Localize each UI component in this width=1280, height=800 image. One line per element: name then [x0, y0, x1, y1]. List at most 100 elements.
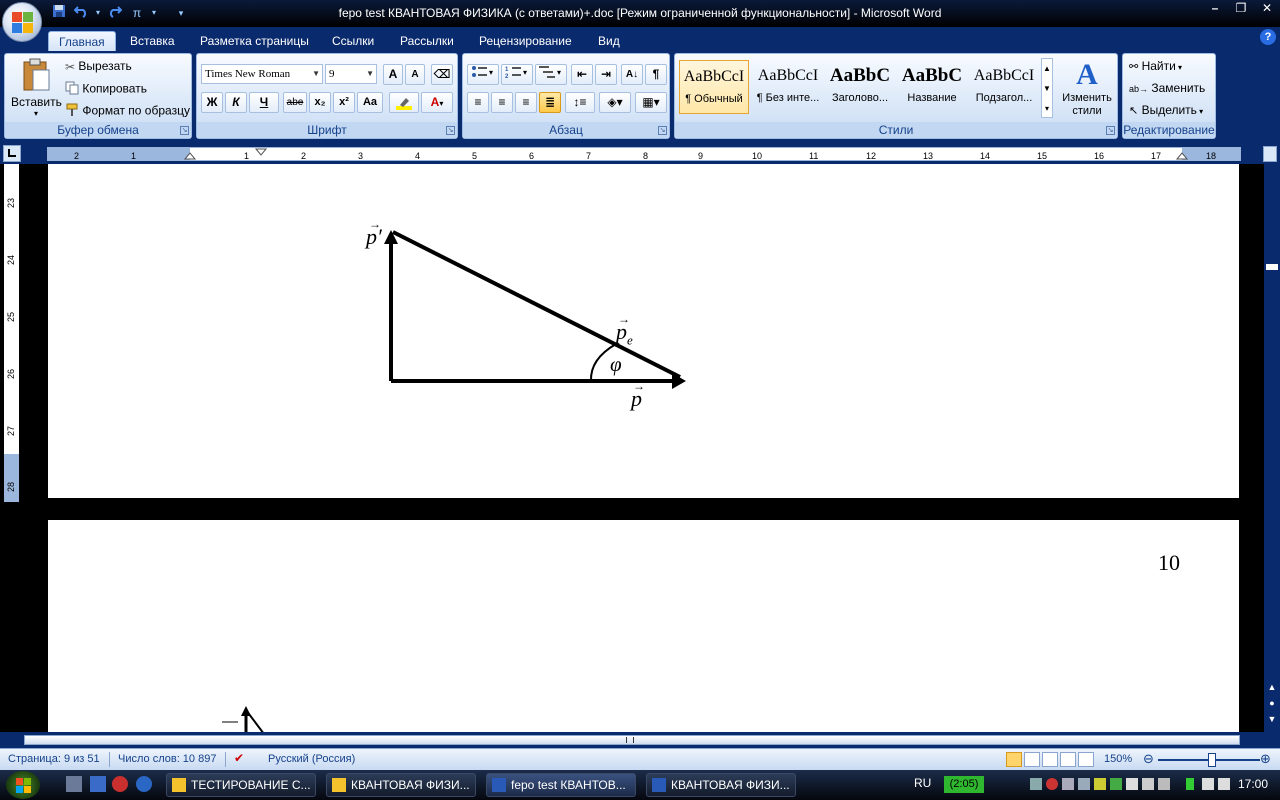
find-button[interactable]: ⚯ Найти ▾ [1129, 59, 1182, 73]
battery-timer-badge[interactable]: (2:05) [944, 776, 984, 793]
tray-icon[interactable] [1030, 778, 1042, 790]
select-button[interactable]: ↖ Выделить ▾ [1129, 103, 1203, 117]
volume-icon[interactable] [1202, 778, 1214, 790]
font-size-dropdown-icon[interactable]: ▼ [366, 65, 374, 83]
browser-icon[interactable] [136, 776, 152, 792]
language-indicator[interactable]: RU [914, 776, 931, 790]
taskbar-window-1[interactable]: ТЕСТИРОВАНИЕ С... [166, 773, 316, 797]
styles-scroll[interactable]: ▲ ▼ ▾ [1041, 58, 1053, 118]
font-size-field[interactable]: 9 ▼ [325, 64, 377, 84]
full-screen-reading-icon[interactable] [1024, 752, 1040, 767]
paragraph-launcher-icon[interactable]: ↘ [658, 126, 667, 135]
vertical-scroll-thumb[interactable] [1266, 264, 1278, 270]
zoom-slider-thumb[interactable] [1208, 753, 1216, 767]
vertical-ruler[interactable]: 23 24 25 26 27 28 [4, 164, 19, 502]
line-spacing-icon[interactable]: ↕≡ [565, 92, 595, 113]
page-count[interactable]: Страница: 9 из 51 [8, 753, 100, 765]
grow-font-button[interactable]: A [383, 64, 403, 85]
align-left-icon[interactable]: ≡ [467, 92, 489, 113]
tab-insert[interactable]: Вставка [130, 31, 175, 51]
align-center-icon[interactable]: ≡ [491, 92, 513, 113]
tray-icon[interactable] [1062, 778, 1074, 790]
style-no-spacing[interactable]: AaBbCcI ¶ Без инте... [753, 60, 823, 114]
font-launcher-icon[interactable]: ↘ [446, 126, 455, 135]
show-desktop-icon[interactable] [66, 776, 82, 792]
style-normal[interactable]: AaBbCcI ¶ Обычный [679, 60, 749, 114]
bold-button[interactable]: Ж [201, 92, 223, 113]
spellcheck-icon[interactable]: ✔ [234, 751, 244, 765]
copy-button[interactable]: Копировать [65, 81, 147, 98]
show-marks-button[interactable]: ¶ [645, 64, 667, 85]
page-10[interactable]: 10 [48, 520, 1239, 732]
zoom-out-icon[interactable]: ⊖ [1143, 751, 1154, 767]
styles-launcher-icon[interactable]: ↘ [1106, 126, 1115, 135]
font-name-dropdown-icon[interactable]: ▼ [312, 65, 320, 83]
style-subtitle[interactable]: AaBbCcI Подзагол... [969, 60, 1039, 114]
tray-icon[interactable] [1158, 778, 1170, 790]
vertical-scrollbar[interactable]: ▲ ● ▼ [1264, 164, 1280, 732]
strikethrough-button[interactable]: abe [283, 92, 307, 113]
zoom-level[interactable]: 150% [1104, 753, 1132, 765]
network-icon[interactable] [1142, 778, 1154, 790]
minimize-button[interactable]: – [1202, 0, 1228, 18]
tray-icon[interactable] [1078, 778, 1090, 790]
replace-button[interactable]: ab→ Заменить [1129, 81, 1205, 95]
paste-dropdown-icon[interactable]: ▾ [11, 109, 61, 118]
scroll-up-icon[interactable]: ▲ [1266, 682, 1278, 694]
superscript-button[interactable]: x² [333, 92, 355, 113]
media-player-icon[interactable] [112, 776, 128, 792]
justify-icon[interactable]: ≣ [539, 92, 561, 113]
multilevel-list-button[interactable]: ▾ [535, 64, 567, 85]
tray-icon[interactable] [1094, 778, 1106, 790]
clipboard-launcher-icon[interactable]: ↘ [180, 126, 189, 135]
left-indent-marker-icon[interactable] [184, 148, 196, 160]
font-color-dropdown-icon[interactable]: ▾ [439, 99, 443, 108]
align-right-icon[interactable]: ≡ [515, 92, 537, 113]
italic-button[interactable]: К [225, 92, 247, 113]
format-painter-button[interactable]: Формат по образцу [65, 103, 190, 120]
draft-icon[interactable] [1078, 752, 1094, 767]
horizontal-scrollbar[interactable] [0, 732, 1280, 748]
style-title[interactable]: AaBbC Название [897, 60, 967, 114]
subscript-button[interactable]: x₂ [309, 92, 331, 113]
close-button[interactable]: ✕ [1254, 0, 1280, 18]
tab-home[interactable]: Главная [48, 31, 116, 51]
tab-references[interactable]: Ссылки [332, 31, 374, 51]
taskbar-window-2[interactable]: КВАНТОВАЯ ФИЗИ... [326, 773, 476, 797]
language[interactable]: Русский (Россия) [268, 753, 355, 765]
horizontal-ruler[interactable]: 2 1 1 2 3 4 5 6 7 8 9 10 11 12 13 14 15 … [47, 147, 1241, 161]
tab-review[interactable]: Рецензирование [479, 31, 572, 51]
highlight-button[interactable] [389, 92, 419, 113]
tab-mailings[interactable]: Рассылки [400, 31, 454, 51]
taskbar-window-3[interactable]: fepo test КВАНТОВ... [486, 773, 636, 797]
scroll-down-icon[interactable]: ▼ [1266, 714, 1278, 726]
underline-button[interactable]: Ч [249, 92, 279, 113]
change-styles-button[interactable]: A Изменить стили [1057, 58, 1117, 118]
tab-view[interactable]: Вид [598, 31, 620, 51]
web-layout-icon[interactable] [1042, 752, 1058, 767]
view-ruler-icon[interactable] [1263, 146, 1277, 162]
first-line-indent-marker-icon[interactable] [255, 148, 267, 160]
tab-selector[interactable] [3, 145, 21, 162]
taskbar-window-4[interactable]: КВАНТОВАЯ ФИЗИ... [646, 773, 796, 797]
browse-object-icon[interactable]: ● [1266, 698, 1278, 710]
outline-icon[interactable] [1060, 752, 1076, 767]
decrease-indent-icon[interactable]: ⇤ [571, 64, 593, 85]
zoom-in-icon[interactable]: ⊕ [1260, 751, 1271, 767]
print-layout-icon[interactable] [1006, 752, 1022, 767]
page-9[interactable]: → p′ → pe φ → p [48, 164, 1239, 498]
tray-icon[interactable] [1218, 778, 1230, 790]
shading-icon[interactable]: ◈▾ [599, 92, 631, 113]
increase-indent-icon[interactable]: ⇥ [595, 64, 617, 85]
change-case-button[interactable]: Aa [357, 92, 383, 113]
borders-icon[interactable]: ▦▾ [635, 92, 667, 113]
maximize-button[interactable]: ❐ [1228, 0, 1254, 18]
clock[interactable]: 17:00 [1238, 777, 1268, 791]
office-button[interactable] [2, 2, 42, 42]
paste-button[interactable]: Вставить ▾ [11, 58, 62, 118]
shrink-font-button[interactable]: A [405, 64, 425, 85]
tab-page-layout[interactable]: Разметка страницы [200, 31, 309, 51]
start-button[interactable] [6, 771, 40, 799]
explorer-icon[interactable] [90, 776, 106, 792]
font-color-button[interactable]: A▾ [421, 92, 453, 113]
